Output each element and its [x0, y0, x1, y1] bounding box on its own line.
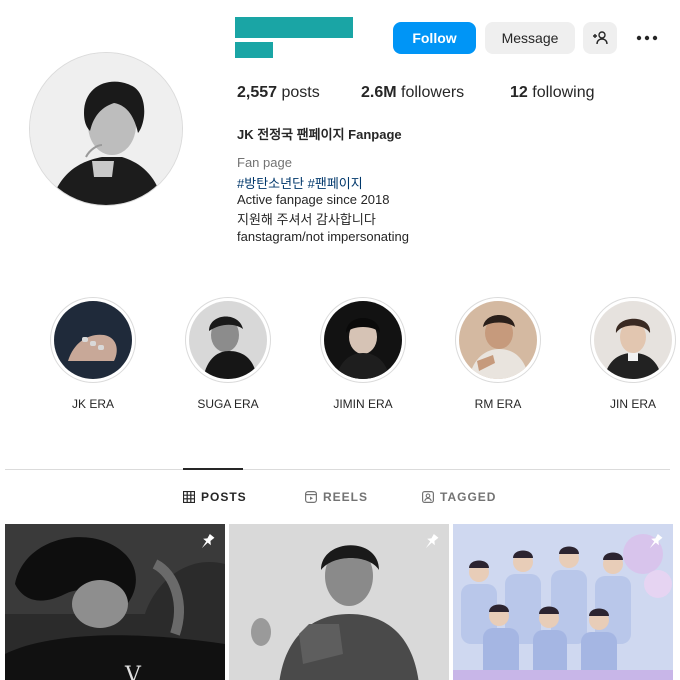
tab-posts[interactable]: POSTS	[183, 490, 247, 504]
highlight-label: JIN ERA	[609, 397, 656, 411]
following-count[interactable]: 12 following	[510, 84, 595, 102]
highlight-label: JIMIN ERA	[333, 397, 393, 411]
active-tab-indicator	[183, 468, 243, 470]
tab-tagged[interactable]: TAGGED	[422, 490, 496, 504]
tab-label: TAGGED	[440, 490, 497, 504]
more-options-icon[interactable]	[632, 24, 662, 52]
person-plus-icon	[593, 31, 608, 45]
tabs-divider	[5, 469, 670, 470]
post-thumbnail[interactable]: V	[5, 524, 225, 680]
highlight-label: JK ERA	[71, 397, 114, 411]
highlight-jk-era[interactable]: JK ERA	[48, 297, 138, 411]
posts-count: 2,557 posts	[237, 84, 320, 101]
reels-icon	[305, 491, 317, 503]
bio-line: 지원해 주셔서 감사합니다	[237, 212, 376, 227]
post-thumbnail[interactable]	[453, 524, 673, 680]
bio-line: Active fanpage since 2018	[237, 192, 390, 207]
svg-text:V: V	[124, 663, 142, 680]
follow-button[interactable]: Follow	[393, 22, 476, 54]
highlight-jimin-era[interactable]: JIMIN ERA	[318, 297, 408, 411]
tab-reels[interactable]: REELS	[305, 490, 368, 504]
post-thumbnail[interactable]	[229, 524, 449, 680]
tab-label: POSTS	[201, 490, 247, 504]
profile-avatar[interactable]	[29, 52, 183, 206]
profile-category: Fan page	[237, 155, 292, 170]
followers-count[interactable]: 2.6M followers	[361, 84, 464, 102]
pin-icon	[425, 533, 439, 549]
profile-full-name: JK 전정국 팬페이지 Fanpage	[237, 127, 402, 142]
tab-label: REELS	[323, 490, 369, 504]
pin-icon	[649, 533, 663, 549]
message-button[interactable]: Message	[485, 22, 575, 54]
bio-hashtags[interactable]: #방탄소년단 #팬페이지	[237, 173, 363, 192]
highlight-label: RM ERA	[474, 397, 522, 411]
highlight-rm-era[interactable]: RM ERA	[453, 297, 543, 411]
username-redacted	[235, 17, 353, 59]
highlight-label: SUGA ERA	[197, 397, 259, 411]
pin-icon	[201, 533, 215, 549]
grid-icon	[183, 491, 195, 503]
highlight-suga-era[interactable]: SUGA ERA	[183, 297, 273, 411]
suggest-user-button[interactable]	[583, 22, 617, 54]
bio-line: fanstagram/not impersonating	[237, 229, 409, 244]
tagged-icon	[422, 491, 434, 503]
highlight-jin-era[interactable]: JIN ERA	[588, 297, 678, 411]
